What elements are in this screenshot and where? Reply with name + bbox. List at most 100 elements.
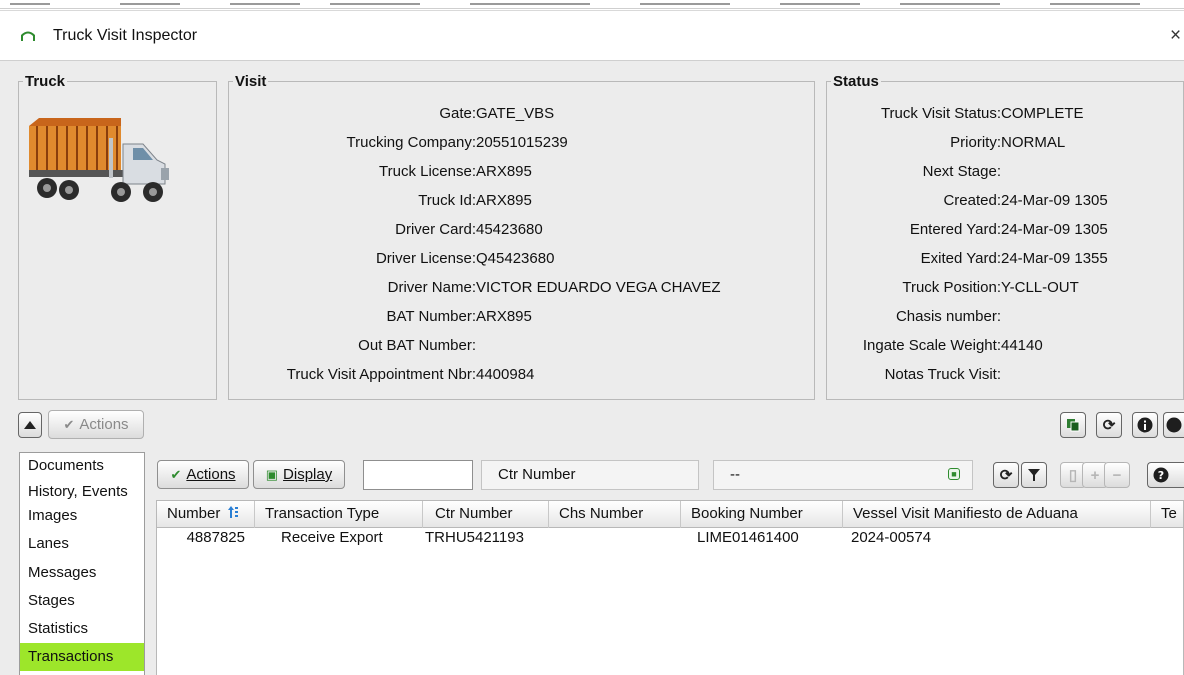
field-value: 24-Mar-09 1305 (1001, 221, 1108, 238)
table-row[interactable]: 4887825 Receive Export TRHU5421193 LIME0… (157, 529, 1183, 549)
refresh-button[interactable]: ⟳ (1096, 412, 1122, 438)
filter-option-value: -- (730, 466, 740, 483)
filter-field-select[interactable]: Ctr Number (481, 460, 699, 490)
visit-field-driver-card: Driver Card:45423680 (238, 221, 543, 238)
status-field-next-stage: Next Stage: (826, 163, 1001, 180)
status-field-created: Created:24-Mar-09 1305 (826, 192, 1108, 209)
sidebar-item-messages[interactable]: Messages (20, 559, 144, 587)
transactions-panel: ✔ Actions ▣ Display Ctr Number -- ■ ⟳ ▯ + … (155, 452, 1184, 675)
help-button[interactable] (1163, 412, 1184, 438)
grid-help-button[interactable]: ? (1147, 462, 1184, 488)
status-field-exited-yard: Exited Yard:24-Mar-09 1355 (826, 250, 1108, 267)
visit-field-driver-name: Driver Name:VICTOR EDUARDO VEGA CHAVEZ (238, 279, 721, 296)
column-header-transaction-type[interactable]: Transaction Type (255, 501, 423, 528)
display-button[interactable]: ▣ Display (253, 460, 345, 489)
field-label: Driver Card: (395, 221, 476, 238)
column-header-te[interactable]: Te (1151, 501, 1183, 528)
cell-te (1151, 529, 1183, 549)
field-value: 24-Mar-09 1355 (1001, 250, 1108, 267)
copy-button[interactable] (1060, 412, 1086, 438)
truck-group: Truck (18, 73, 217, 400)
column-label: Number (167, 505, 221, 522)
actions-label: Actions (79, 416, 129, 433)
cell-booking-number: LIME01461400 (697, 529, 799, 546)
plus-icon: + (1090, 466, 1100, 484)
status-field-ingate-scale-weight: Ingate Scale Weight:44140 (826, 337, 1043, 354)
sidebar-item-images[interactable]: Images (20, 503, 144, 529)
transactions-actions-button[interactable]: ✔ Actions (157, 460, 249, 489)
grid-refresh-button[interactable]: ⟳ (993, 462, 1019, 488)
field-label: Next Stage: (922, 163, 1001, 180)
field-label: Ingate Scale Weight: (862, 337, 1001, 354)
svg-text:?: ? (1158, 469, 1164, 482)
sort-ascending-icon (227, 506, 238, 518)
sidebar-item-transactions[interactable]: Transactions (20, 643, 144, 671)
visit-field-bat-number: BAT Number:ARX895 (238, 308, 532, 325)
column-header-booking-number[interactable]: Booking Number (681, 501, 843, 528)
field-label: Chasis number: (895, 308, 1001, 325)
trash-icon: ▯ (1068, 467, 1078, 484)
field-value: 24-Mar-09 1305 (1001, 192, 1108, 209)
filter-button[interactable] (1021, 462, 1047, 488)
filter-option-select[interactable]: -- ■ (713, 460, 973, 490)
close-button[interactable]: × (1170, 25, 1181, 47)
field-value: 20551015239 (476, 134, 568, 151)
field-label: Truck Position: (902, 279, 1001, 296)
column-header-vessel-visit-manifiesto[interactable]: Vessel Visit Manifiesto de Aduana (843, 501, 1151, 528)
dropdown-icon: ■ (948, 468, 960, 480)
status-legend: Status (833, 73, 879, 90)
field-value: ARX895 (476, 308, 532, 325)
status-field-notas: Notas Truck Visit: (826, 366, 1001, 383)
top-clipped-strip (0, 0, 1184, 9)
window-title: Truck Visit Inspector (53, 27, 198, 44)
copy-icon (1067, 419, 1080, 432)
sidebar-item-stages[interactable]: Stages (20, 587, 144, 615)
app-icon (21, 31, 35, 41)
field-value: ARX895 (476, 163, 532, 180)
remove-button[interactable]: − (1104, 462, 1130, 488)
filter-icon (1028, 469, 1040, 481)
info-icon (1137, 417, 1153, 433)
field-value: ARX895 (476, 192, 532, 209)
sidebar-item-documents[interactable]: Documents (20, 453, 144, 479)
column-header-ctr-number[interactable]: Ctr Number (423, 501, 549, 528)
check-icon: ✔ (170, 466, 182, 482)
field-value: 4400984 (476, 366, 535, 383)
visit-field-gate: Gate:GATE_VBS (238, 105, 554, 122)
field-label: Exited Yard: (920, 250, 1001, 267)
visit-field-out-bat-number: Out BAT Number: (238, 337, 476, 354)
column-header-chs-number[interactable]: Chs Number (549, 501, 681, 528)
filter-value-input[interactable] (363, 460, 473, 490)
cell-number: 4887825 (186, 529, 245, 546)
actions-menu-button[interactable]: ✔ Actions (48, 410, 144, 439)
field-label: Trucking Company: (346, 134, 477, 151)
field-value: Q45423680 (476, 250, 555, 267)
field-label: Truck Visit Appointment Nbr: (286, 366, 476, 383)
field-label: Driver Name: (387, 279, 476, 296)
display-label: Display (283, 466, 333, 483)
column-header-number[interactable]: Number (157, 501, 255, 528)
sidebar-item-statistics[interactable]: Statistics (20, 615, 144, 643)
visit-field-trucking-company: Trucking Company:20551015239 (238, 134, 568, 151)
field-label: Out BAT Number: (358, 337, 476, 354)
truck-icon (29, 118, 169, 202)
field-label: Driver License: (375, 250, 476, 267)
status-field-visit-status: Truck Visit Status:COMPLETE (826, 105, 1084, 122)
status-field-priority: Priority:NORMAL (826, 134, 1065, 151)
visit-field-truck-id: Truck Id:ARX895 (238, 192, 532, 209)
table-header: Number Transaction Type Ctr Number Chs N… (157, 501, 1183, 528)
collapse-button[interactable] (18, 412, 42, 438)
field-label: Truck Id: (418, 192, 476, 209)
cell-ctr-number: TRHU5421193 (425, 529, 524, 546)
help-icon (1166, 417, 1182, 433)
sidebar-item-lanes[interactable]: Lanes (20, 529, 144, 559)
field-value: NORMAL (1001, 134, 1066, 151)
field-label: Gate: (439, 105, 476, 122)
refresh-icon: ⟳ (1102, 417, 1116, 434)
transactions-table: Number Transaction Type Ctr Number Chs N… (156, 500, 1184, 675)
status-field-entered-yard: Entered Yard:24-Mar-09 1305 (826, 221, 1108, 238)
field-label: Created: (943, 192, 1001, 209)
cell-chs-number (549, 529, 681, 549)
visit-field-appointment-nbr: Truck Visit Appointment Nbr:4400984 (238, 366, 535, 383)
info-button[interactable] (1132, 412, 1158, 438)
